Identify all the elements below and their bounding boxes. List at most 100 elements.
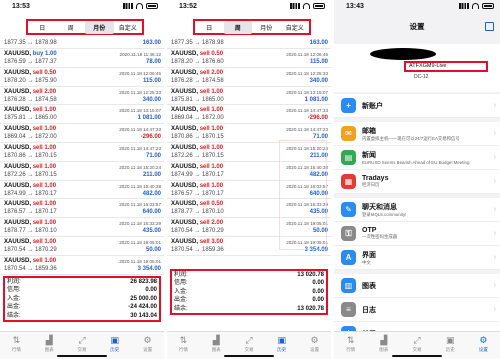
deal-row[interactable]: XAUUSD, sell 0.50 2020.11.18 12:06:45 1878… [0,68,164,87]
deal-symbol: XAUUSD, [171,238,199,245]
deal-date: 2020.11.18 14:47:33 [286,108,328,114]
deal-side-lots: sell 1.00 [32,182,57,189]
chevron-right-icon: › [493,206,496,213]
settings-item[interactable]: ✎ 聊天和消息 登录MQL5.community! › [334,198,500,222]
period-week[interactable]: 周 [57,21,86,34]
settings-item[interactable]: ▦ Tradays 经济日历 › [334,170,500,194]
deal-side-lots: sell 1.00 [32,238,57,245]
deal-row[interactable]: XAUUSD, sell 1.00 2020.11.18 14:47:33 1869… [167,105,331,125]
period-month[interactable]: 月份 [252,21,281,34]
trade-icon: ⤢ [78,335,86,345]
wifi-icon [303,3,310,9]
deal-side-lots: sell 1.00 [32,201,57,208]
deal-date: 2020.11.18 13:15:07 [286,89,328,95]
deal-side-lots: buy 1.00 [32,51,57,57]
deal-row[interactable]: XAUUSD, buy 1.00 2020.11.18 11:46:12 1876.… [0,49,164,68]
summary-label: 信用: [174,280,188,287]
tab-label: 设置 [143,347,153,352]
chevron-right-icon: › [493,130,496,137]
tab-settings[interactable]: ⚙ 设置 [298,332,331,359]
tab-quotes[interactable]: ⇅ 行情 [0,332,33,359]
deal-prices: 1869.04 → 1872.00 [4,134,57,141]
deal-row[interactable]: XAUUSD, sell 1.00 2020.11.18 13:15:07 1875… [0,105,164,125]
deal-prices: 1874.99 → 1870.17 [4,190,57,197]
period-week[interactable]: 周 [223,20,252,34]
tab-quotes[interactable]: ⇅ 行情 [167,332,200,359]
settings-item[interactable]: ✉ 邮箱 内置虚拟主机——现在可以24/7运行EA交易和信号 › [334,122,500,146]
deal-row[interactable]: XAUUSD, sell 1.00 2020.11.18 14:47:33 1869… [0,124,164,143]
deal-profit: 50.00 [145,246,161,253]
deal-row[interactable]: XAUUSD, sell 1.00 2020.11.18 19:05:01 1870… [0,256,164,275]
deal-row[interactable]: 1877.35 → 1878.98 163.00 [167,40,331,49]
deal-symbol: XAUUSD, [4,163,32,170]
deal-symbol: XAUUSD, [171,88,199,95]
settings-item-title: 日志 [362,306,376,314]
deal-date: 2020.11.18 15:20:24 [119,164,161,170]
deal-date: 2020.11.18 14:47:23 [119,145,161,151]
summary-label: 结余: [174,305,188,312]
summary-value: 26 823.98 [130,279,157,285]
signal-icon [459,3,469,9]
settings-item[interactable]: + 新账户 › [334,94,500,118]
chart-icon: ▟ [380,335,388,345]
settings-item[interactable]: ≡ 日志 › [334,298,500,322]
summary-value: 0.00 [145,287,157,294]
deal-row[interactable]: XAUUSD, sell 1.00 2020.11.18 19:05:01 1870… [0,237,164,256]
settings-item[interactable]: A 界面 中文 › [334,246,500,270]
quotes-icon: ⇅ [12,335,21,345]
settings-item[interactable]: ▥ 图表 › [334,274,500,298]
deal-date: 2020.11.18 12:06:45 [286,52,328,57]
deal-symbol: XAUUSD, [171,163,199,170]
history-icon: ▣ [110,335,120,345]
deal-row[interactable]: XAUUSD, sell 1.00 2020.11.18 16:03:57 1876… [0,199,164,219]
deal-profit: 640.00 [142,209,161,216]
deal-prices: 1878.77 → 1870.10 [171,209,224,216]
period-day[interactable]: 日 [28,21,57,34]
settings-item-title: 界面 [362,251,376,259]
key-icon: ⚿ [341,226,356,241]
deal-prices: 1875.81 → 1865.00 [4,115,57,122]
tab-settings[interactable]: ⚙ 设置 [467,332,500,359]
period-month[interactable]: 月份 [85,20,114,34]
chart-icon: ▥ [341,278,356,293]
deal-row[interactable]: XAUUSD, sell 2.00 2020.11.18 12:25:33 1876… [167,68,331,87]
deal-row[interactable]: XAUUSD, sell 1.00 2020.11.18 13:15:07 1875… [167,87,331,106]
deal-prices: 1870.54 → 1859.36 [171,246,224,253]
account-card[interactable]: ATFXGM9-Live DC-12 [334,44,500,92]
deal-profit: -296.00 [307,115,328,122]
tab-quotes[interactable]: ⇅ 行情 [334,332,367,359]
status-bar: 13:53 [0,0,164,14]
period-day[interactable]: 日 [195,21,224,34]
deal-row[interactable]: XAUUSD, sell 1.00 2020.11.18 15:20:24 1872… [0,162,164,181]
deal-prices: 1878.20 → 1876.60 [171,59,224,65]
watermark [279,140,327,250]
tab-label: 设置 [478,347,488,352]
summary-value: 30 143.04 [130,312,157,319]
deal-row[interactable]: XAUUSD, sell 2.00 2020.11.18 12:25:33 1876… [0,87,164,106]
period-custom[interactable]: 自定义 [281,21,310,34]
deal-symbol: XAUUSD, [4,201,32,208]
deal-profit: 482.00 [142,190,161,197]
deal-profit: 211.00 [142,171,161,178]
wifi-icon [472,3,479,9]
deal-row[interactable]: XAUUSD, sell 1.00 2020.11.18 14:47:23 1870… [0,143,164,162]
summary-label: 信用: [7,287,21,294]
summary-line: 入金: 25 000.00 [5,295,159,303]
settings-item[interactable]: ▤ 新闻 EURUSD Seems Bearish Ahead of EU Budg… [334,146,500,170]
deal-row[interactable]: XAUUSD, sell 1.00 2020.11.18 15:40:38 1874… [0,181,164,200]
deal-prices: 1876.57 → 1870.17 [171,190,224,197]
server-name: DC-12 [414,74,429,80]
edit-icon[interactable] [485,22,494,31]
deal-row[interactable]: 1877.35 → 1878.98 163.00 [0,40,164,49]
chat-icon: ✎ [341,202,356,217]
settings-item[interactable]: ⚿ OTP 一次性密码生成器 › [334,222,500,246]
period-custom[interactable]: 自定义 [114,21,143,34]
deal-row[interactable]: XAUUSD, sell 1.00 2020.11.18 16:33:29 1878… [0,218,164,237]
tab-settings[interactable]: ⚙ 设置 [131,332,164,359]
status-time: 13:53 [12,3,30,10]
deal-side-lots: sell 1.00 [32,220,57,227]
deal-row[interactable]: XAUUSD, sell 0.50 2020.11.18 12:06:45 1878… [167,49,331,68]
tab-label: 图表 [379,347,389,352]
deal-symbol: XAUUSD, [4,238,32,245]
deal-date: 2020.11.18 19:05:01 [119,258,161,264]
